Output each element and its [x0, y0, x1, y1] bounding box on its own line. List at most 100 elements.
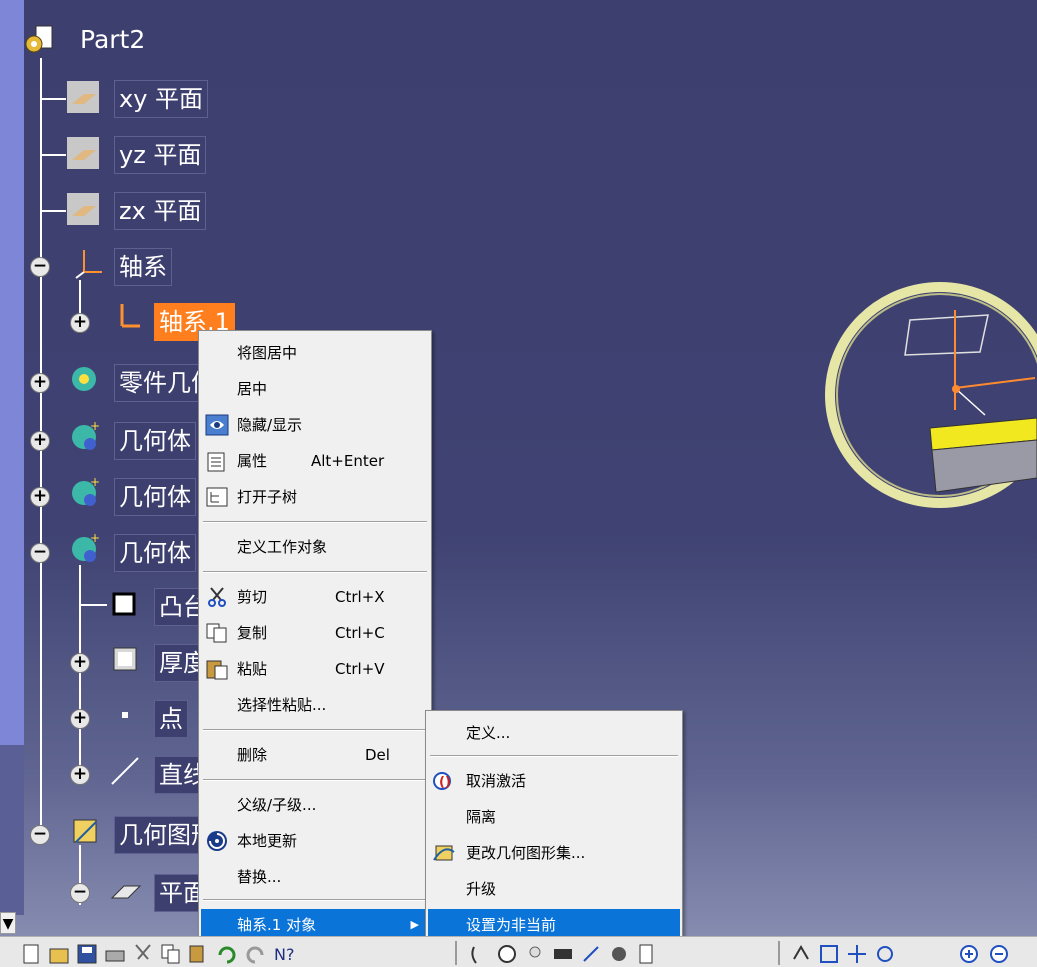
tree-branch-zx: [40, 210, 66, 212]
tree-item-zx-plane[interactable]: zx 平面: [114, 192, 207, 230]
menu-shortcut: Ctrl+X: [335, 588, 385, 606]
zoom-in-icon[interactable]: [958, 943, 980, 965]
menu-item-local-update[interactable]: 本地更新: [201, 825, 429, 857]
plane-child-icon: [110, 885, 142, 899]
tree-item-geo-body-1[interactable]: 几何体: [114, 422, 196, 460]
axis-system-icon: [75, 250, 102, 279]
menu-item-delete[interactable]: 删除 Del: [201, 739, 429, 771]
tree-root-part2[interactable]: Part2: [76, 22, 149, 60]
menu-item-center-graph[interactable]: 将图居中: [201, 337, 429, 369]
paste-icon[interactable]: [188, 943, 210, 965]
collapse-geo-body-3-button[interactable]: −: [30, 543, 50, 563]
paste-icon: [206, 660, 228, 680]
menu-item-label: 将图居中: [237, 344, 298, 362]
copy-icon[interactable]: [160, 943, 182, 965]
expand-line-button[interactable]: +: [70, 765, 90, 785]
tree-branch-pad: [79, 604, 107, 606]
save-icon[interactable]: [76, 943, 98, 965]
scissors-icon: [208, 587, 226, 607]
menu-separator: [430, 755, 678, 757]
sketch-icon[interactable]: [468, 943, 490, 965]
rotate-icon[interactable]: [874, 943, 896, 965]
menu-separator: [203, 521, 427, 523]
toolbar-separator: [455, 941, 457, 965]
submenu-item-deactivate[interactable]: () 取消激活: [428, 765, 680, 797]
submenu-item-upgrade[interactable]: 升级: [428, 873, 680, 905]
submenu-item-change-geo-set[interactable]: 更改几何图形集...: [428, 837, 680, 869]
svg-text:N?: N?: [274, 945, 294, 964]
zoom-out-icon[interactable]: [988, 943, 1010, 965]
expand-part-body-button[interactable]: +: [30, 373, 50, 393]
menu-item-center[interactable]: 居中: [201, 373, 429, 405]
expand-thick-button[interactable]: +: [70, 653, 90, 673]
menu-separator: [203, 779, 427, 781]
menu-item-label: 复制: [237, 624, 268, 642]
print-icon[interactable]: [104, 943, 126, 965]
menu-item-paste-special[interactable]: 选择性粘贴...: [201, 689, 429, 721]
compass-icon[interactable]: [496, 943, 518, 965]
expand-geo-body-1-button[interactable]: +: [30, 431, 50, 451]
menu-item-label: 取消激活: [466, 772, 527, 790]
collapse-axis-system-button[interactable]: −: [30, 257, 50, 277]
geo-body-icon: +: [72, 420, 100, 450]
keyboard-icon[interactable]: [552, 943, 574, 965]
pan-icon[interactable]: [846, 943, 868, 965]
menu-item-parents-children[interactable]: 父级/子级...: [201, 789, 429, 821]
submenu-item-isolate[interactable]: 隔离: [428, 801, 680, 833]
scroll-down-button[interactable]: ▼: [0, 912, 16, 934]
expand-axis-system-1-button[interactable]: +: [70, 313, 90, 333]
cut-icon[interactable]: [132, 943, 154, 965]
3d-model-view[interactable]: [820, 270, 1037, 540]
expand-geo-body-2-button[interactable]: +: [30, 487, 50, 507]
submenu-item-define[interactable]: 定义...: [428, 717, 680, 749]
menu-shortcut: Alt+Enter: [311, 452, 385, 470]
tree-item-geo-body-2[interactable]: 几何体: [114, 478, 196, 516]
3d-viewport[interactable]: ▼ Part2 xy 平面 yz 平面 zx 平面 − 轴系 + 轴系.1 + …: [0, 0, 1037, 967]
tree-item-axis-system[interactable]: 轴系: [114, 248, 172, 286]
menu-item-hide-show[interactable]: 隐藏/显示: [201, 409, 429, 441]
menu-item-label: 隔离: [466, 808, 497, 826]
svg-text:(): (): [439, 775, 451, 790]
menu-item-replace[interactable]: 替换...: [201, 861, 429, 893]
svg-text:+: +: [90, 532, 100, 545]
open-icon[interactable]: [48, 943, 70, 965]
fit-all-icon[interactable]: [818, 943, 840, 965]
menu-item-label: 打开子树: [237, 488, 298, 506]
menu-shortcut: Ctrl+V: [335, 660, 385, 678]
tree-item-xy-plane[interactable]: xy 平面: [114, 80, 209, 118]
new-icon[interactable]: [20, 943, 42, 965]
menu-item-copy[interactable]: 复制 Ctrl+C: [201, 617, 429, 649]
plane-outline: [904, 314, 989, 356]
copy-icon: [206, 623, 227, 643]
fly-mode-icon[interactable]: [790, 943, 812, 965]
redo-icon[interactable]: [244, 943, 266, 965]
measure-icon[interactable]: [580, 943, 602, 965]
tree-item-yz-plane[interactable]: yz 平面: [114, 136, 207, 174]
analysis-icon[interactable]: [608, 943, 630, 965]
geo-body-icon: +: [72, 476, 100, 506]
menu-item-cut[interactable]: 剪切 Ctrl+X: [201, 581, 429, 613]
tree-item-geo-body-3[interactable]: 几何体: [114, 534, 196, 572]
collapse-geo-figure-set-button[interactable]: −: [30, 825, 50, 845]
collapse-plane-child-button[interactable]: −: [70, 883, 90, 903]
point-icon: [122, 712, 128, 718]
undo-icon[interactable]: [216, 943, 238, 965]
expand-point-button[interactable]: +: [70, 709, 90, 729]
menu-item-define-work-object[interactable]: 定义工作对象: [201, 531, 429, 563]
menu-item-open-subtree[interactable]: 打开子树: [201, 481, 429, 513]
menu-item-paste[interactable]: 粘贴 Ctrl+V: [201, 653, 429, 685]
menu-item-label: 属性: [237, 452, 268, 470]
part-body-icon: [72, 367, 96, 391]
light-icon[interactable]: [524, 943, 546, 965]
tree-branch-xy: [40, 98, 66, 100]
plane-icon: [67, 137, 99, 169]
menu-item-label: 父级/子级...: [237, 796, 317, 814]
menu-item-label: 替换...: [237, 868, 282, 886]
context-menu: 将图居中 居中 隐藏/显示 属性 Alt+Enter 打开子树 定义工作对象 剪…: [198, 330, 432, 950]
tree-item-point[interactable]: 点: [154, 700, 188, 738]
whats-this-icon[interactable]: N?: [272, 943, 294, 965]
menu-item-label: 定义...: [466, 724, 511, 742]
menu-shortcut: Ctrl+C: [335, 624, 385, 642]
menu-item-properties[interactable]: 属性 Alt+Enter: [201, 445, 429, 477]
tree-icon[interactable]: [636, 943, 658, 965]
